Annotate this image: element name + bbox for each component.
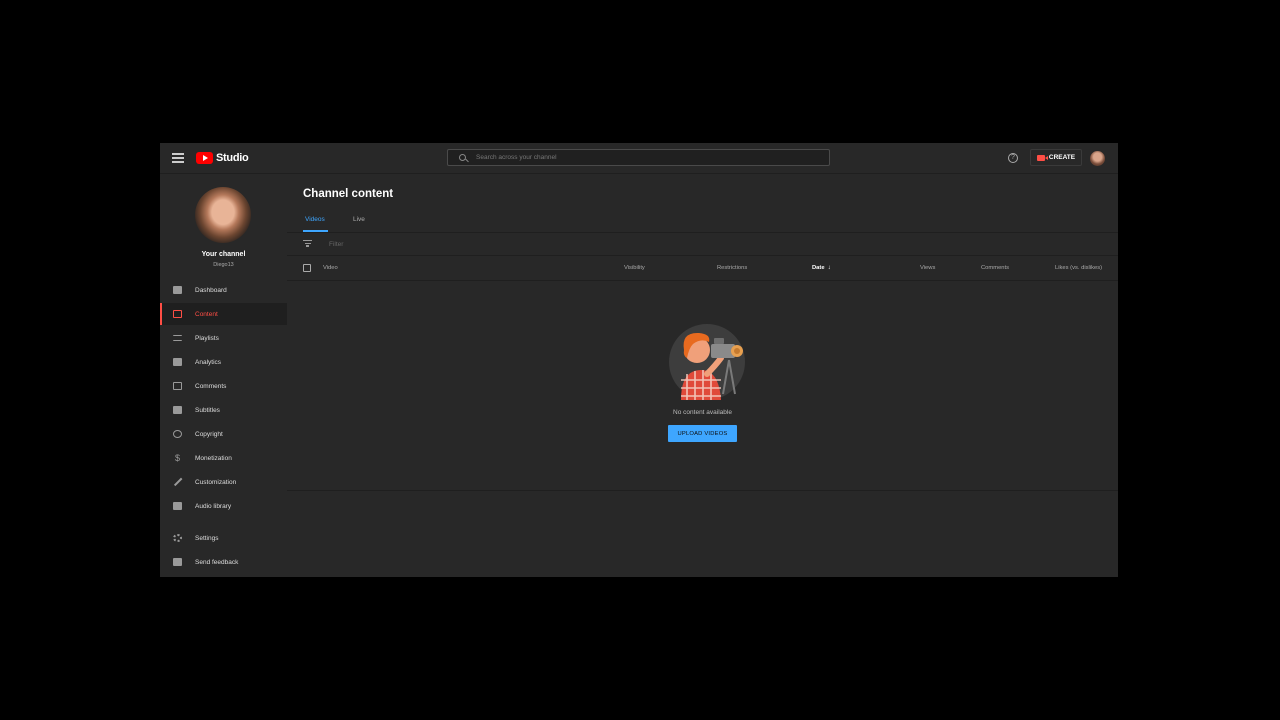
analytics-icon (173, 358, 182, 366)
divider (287, 280, 1118, 281)
sidebar-item-label: Playlists (195, 334, 219, 342)
sidebar-item-label: Analytics (195, 358, 222, 366)
sidebar-item-analytics[interactable]: Analytics (160, 351, 287, 373)
divider (287, 255, 1118, 256)
page-title: Channel content (303, 188, 394, 200)
dashboard-icon (173, 286, 182, 294)
dollar-icon: $ (174, 453, 180, 463)
sidebar-item-copyright[interactable]: Copyright (160, 423, 287, 445)
create-label: CREATE (1048, 154, 1076, 161)
sidebar-item-content[interactable]: Content (160, 303, 287, 325)
divider (287, 232, 1118, 233)
divider (287, 490, 1118, 491)
search-input[interactable] (474, 153, 829, 162)
column-header-visibility: Visibility (624, 265, 645, 271)
gear-icon (173, 534, 182, 542)
subtitles-icon (173, 406, 182, 414)
search-bar[interactable] (447, 149, 830, 166)
active-indicator (160, 303, 162, 325)
account-avatar[interactable] (1090, 151, 1105, 166)
sidebar-item-subtitles[interactable]: Subtitles (160, 399, 287, 421)
studio-window: Studio ? CREATE Your channel Diego13 Das… (160, 143, 1118, 577)
youtube-logo-icon (196, 152, 213, 164)
sidebar-item-label: Content (195, 310, 218, 318)
sidebar-item-settings[interactable]: Settings (160, 527, 287, 549)
sidebar-item-label: Comments (195, 382, 227, 390)
sidebar-item-label: Settings (195, 534, 219, 542)
column-header-video: Video (323, 265, 338, 271)
sort-arrow-down-icon: ↓ (827, 265, 831, 271)
channel-handle: Diego13 (213, 262, 234, 268)
sidebar-item-dashboard[interactable]: Dashboard (160, 279, 287, 301)
search-icon (459, 154, 466, 161)
channel-avatar[interactable] (195, 187, 251, 243)
sidebar-item-monetization[interactable]: $ Monetization (160, 447, 287, 469)
playlists-icon (173, 335, 182, 341)
sidebar-item-label: Dashboard (195, 286, 227, 294)
camera-icon (1036, 154, 1048, 161)
sidebar-item-customization[interactable]: Customization (160, 471, 287, 493)
content-icon (173, 310, 182, 318)
studio-logo[interactable]: Studio (196, 151, 249, 165)
sidebar-item-label: Copyright (195, 430, 223, 438)
sidebar-item-label: Monetization (195, 454, 232, 462)
upload-videos-button[interactable]: UPLOAD VIDEOS (668, 425, 737, 442)
sidebar-item-comments[interactable]: Comments (160, 375, 287, 397)
sidebar-item-label: Customization (195, 478, 237, 486)
filter-input[interactable] (327, 237, 531, 251)
channel-name[interactable]: Your channel (160, 251, 287, 258)
sidebar-item-label: Audio library (195, 502, 232, 510)
comments-icon (173, 382, 182, 390)
tab-videos[interactable]: Videos (305, 216, 325, 223)
sidebar-item-playlists[interactable]: Playlists (160, 327, 287, 349)
column-header-date[interactable]: Date ↓ (812, 265, 831, 271)
filter-icon[interactable] (303, 240, 312, 247)
sidebar-item-label: Send feedback (195, 558, 239, 566)
tab-live[interactable]: Live (353, 216, 365, 223)
main-content: Channel content Videos Live Video Visibi… (287, 174, 1118, 577)
column-header-comments: Comments (981, 265, 1010, 271)
videographer-illustration (669, 324, 745, 400)
create-button[interactable]: CREATE (1030, 149, 1082, 166)
wand-icon (173, 478, 182, 486)
logo-text: Studio (216, 152, 249, 164)
column-header-restrictions: Restrictions (717, 265, 748, 271)
sidebar-item-audio-library[interactable]: Audio library (160, 495, 287, 517)
top-bar: Studio ? CREATE (160, 143, 1118, 174)
sidebar-item-send-feedback[interactable]: Send feedback (160, 551, 287, 573)
column-header-views: Views (920, 265, 936, 271)
column-header-likes: Likes (vs. dislikes) (1055, 265, 1103, 271)
sidebar: Your channel Diego13 Dashboard Content P… (160, 174, 287, 577)
help-icon[interactable]: ? (1008, 153, 1018, 163)
column-header-date-label: Date (812, 265, 825, 271)
audio-library-icon (173, 502, 182, 510)
feedback-icon (173, 558, 182, 566)
hamburger-menu-icon[interactable] (172, 153, 184, 163)
select-all-checkbox[interactable] (303, 264, 311, 272)
empty-state-message: No content available (673, 409, 732, 416)
copyright-icon (173, 430, 182, 438)
sidebar-item-label: Subtitles (195, 406, 220, 414)
